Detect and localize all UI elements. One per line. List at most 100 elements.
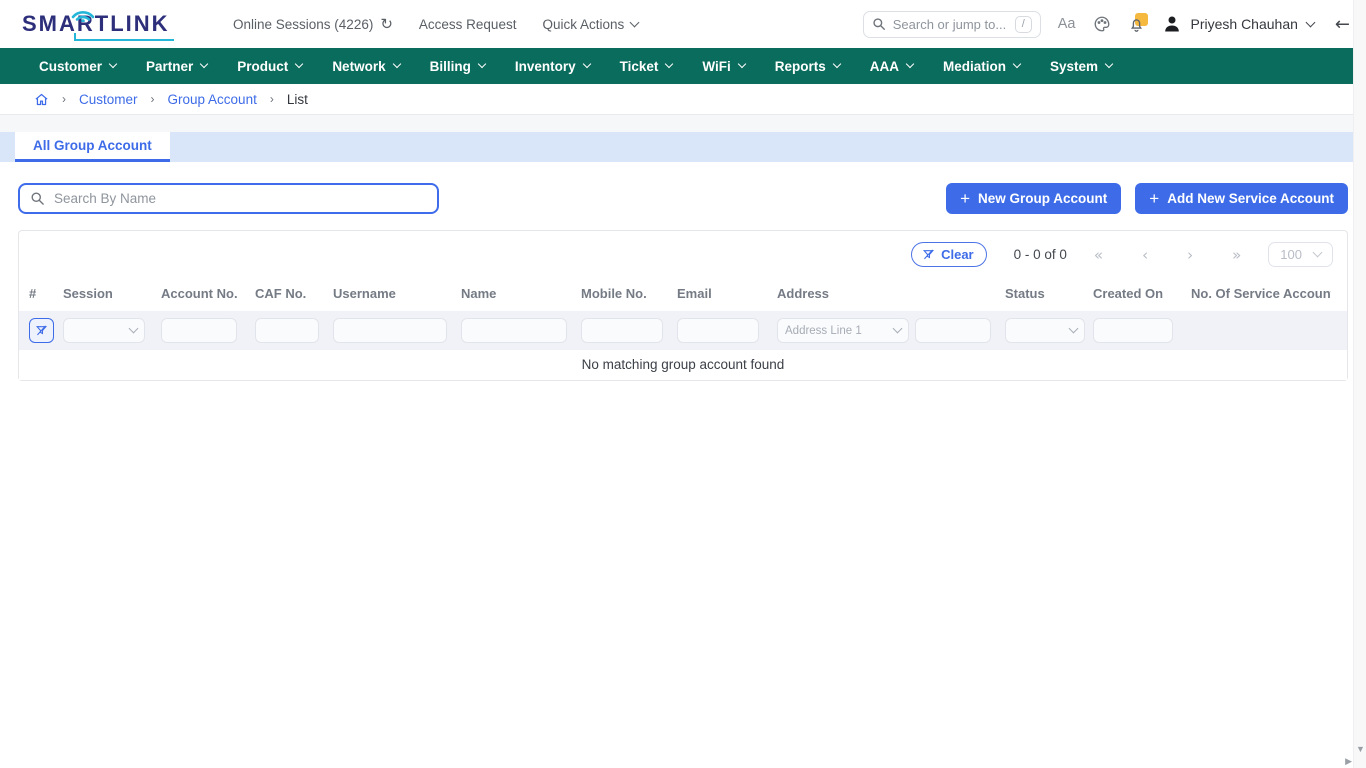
col-name: Name [461,286,581,301]
nav-item-product[interactable]: Product [222,48,317,84]
account-no-filter-input[interactable] [161,318,237,343]
breadcrumb: › Customer › Group Account › List [0,84,1366,115]
plus-icon: + [1149,190,1159,207]
add-new-service-account-button[interactable]: + Add New Service Account [1135,183,1348,214]
user-menu[interactable]: Priyesh Chauhan [1162,14,1314,34]
address-line-filter-select[interactable]: Address Line 1 [777,318,909,343]
search-shortcut-badge: / [1015,16,1032,33]
next-page-button[interactable]: › [1187,246,1193,264]
quick-actions-menu[interactable]: Quick Actions [542,17,638,32]
session-filter-select[interactable] [63,318,145,343]
nav-item-customer[interactable]: Customer [24,48,131,84]
last-page-button[interactable]: » [1232,246,1241,264]
scroll-down-arrow[interactable]: ▼ [1356,744,1365,754]
chevron-down-icon [738,60,746,68]
search-by-name-input[interactable] [54,191,427,206]
nav-label: System [1050,59,1098,74]
nav-item-network[interactable]: Network [317,48,414,84]
global-search[interactable]: / [863,11,1041,38]
caf-no-filter-input[interactable] [255,318,319,343]
global-search-input[interactable] [893,17,1008,32]
avatar [1162,14,1182,34]
col-mobile-no: Mobile No. [581,286,677,301]
nav-label: Ticket [620,59,659,74]
col-hash: # [29,286,63,301]
chevron-down-icon [1105,60,1113,68]
breadcrumb-customer[interactable]: Customer [79,92,138,107]
nav-item-inventory[interactable]: Inventory [500,48,605,84]
nav-item-system[interactable]: System [1035,48,1127,84]
chevron-down-icon [1313,248,1323,258]
new-group-account-button[interactable]: + New Group Account [946,183,1121,214]
email-filter-input[interactable] [677,318,759,343]
online-sessions[interactable]: Online Sessions (4226) ↻ [233,15,393,33]
online-sessions-label: Online Sessions (4226) [233,17,373,32]
col-username: Username [333,286,461,301]
access-request-link[interactable]: Access Request [419,17,517,32]
chevron-down-icon [392,60,400,68]
nav-label: Billing [430,59,471,74]
theme-palette-icon[interactable] [1093,15,1111,33]
chevron-down-icon [1305,17,1315,27]
empty-state-message: No matching group account found [19,350,1347,380]
tab-strip: All Group Account [0,132,1366,162]
chevron-down-icon [129,324,139,334]
col-created-on: Created On [1093,286,1191,301]
nav-item-billing[interactable]: Billing [415,48,500,84]
filter-toggle-button[interactable] [29,318,54,343]
back-arrow-icon[interactable]: ← [1335,14,1350,35]
group-account-table-card: Clear 0 - 0 of 0 « ‹ › » 100 # Session A… [18,230,1348,381]
search-by-name-box[interactable] [18,183,439,214]
smartlink-logo[interactable]: SMARTLINK [16,4,181,44]
page-size-select[interactable]: 100 [1268,242,1333,267]
col-account-no: Account No. [161,286,255,301]
prev-page-button[interactable]: ‹ [1142,246,1148,264]
first-page-button[interactable]: « [1094,246,1103,264]
chevron-down-icon [630,17,640,27]
chevron-down-icon [833,60,841,68]
mobile-no-filter-input[interactable] [581,318,663,343]
nav-item-ticket[interactable]: Ticket [605,48,688,84]
col-email: Email [677,286,777,301]
breadcrumb-group-account[interactable]: Group Account [168,92,257,107]
status-filter-select[interactable] [1005,318,1085,343]
pagination-controls: « ‹ › » [1094,246,1241,264]
nav-label: Inventory [515,59,576,74]
breadcrumb-separator: › [62,92,66,106]
nav-label: AAA [870,59,899,74]
chevron-down-icon [893,324,903,334]
created-on-filter-input[interactable] [1093,318,1173,343]
tab-all-group-account[interactable]: All Group Account [15,132,170,162]
font-size-toggle[interactable]: Aa [1058,16,1076,32]
nav-item-aaa[interactable]: AAA [855,48,928,84]
nav-item-mediation[interactable]: Mediation [928,48,1035,84]
clear-filters-button[interactable]: Clear [911,242,987,267]
nav-label: Customer [39,59,102,74]
pagination-range: 0 - 0 of 0 [1014,247,1067,262]
chevron-down-icon [665,60,673,68]
name-filter-input[interactable] [461,318,567,343]
home-icon[interactable] [34,92,49,107]
address-filter-input[interactable] [915,318,991,343]
refresh-icon[interactable]: ↻ [380,15,393,33]
nav-label: Mediation [943,59,1006,74]
vertical-scrollbar[interactable]: ▼ [1353,0,1366,768]
nav-label: Reports [775,59,826,74]
add-new-service-account-label: Add New Service Account [1167,191,1334,206]
nav-item-partner[interactable]: Partner [131,48,222,84]
new-group-account-label: New Group Account [978,191,1107,206]
nav-label: Partner [146,59,193,74]
spacer-band [0,115,1366,132]
top-header: SMARTLINK Online Sessions (4226) ↻ Acces… [0,0,1366,48]
chevron-down-icon [200,60,208,68]
notifications-bell-icon[interactable] [1128,16,1145,33]
nav-item-reports[interactable]: Reports [760,48,855,84]
main-navbar: Customer Partner Product Network Billing… [0,48,1366,84]
nav-label: WiFi [702,59,730,74]
main-content: + New Group Account + Add New Service Ac… [0,162,1366,381]
chevron-down-icon [478,60,486,68]
scroll-right-arrow[interactable]: ▶ [1345,756,1352,767]
username-filter-input[interactable] [333,318,447,343]
clear-label: Clear [941,247,974,262]
nav-item-wifi[interactable]: WiFi [687,48,759,84]
